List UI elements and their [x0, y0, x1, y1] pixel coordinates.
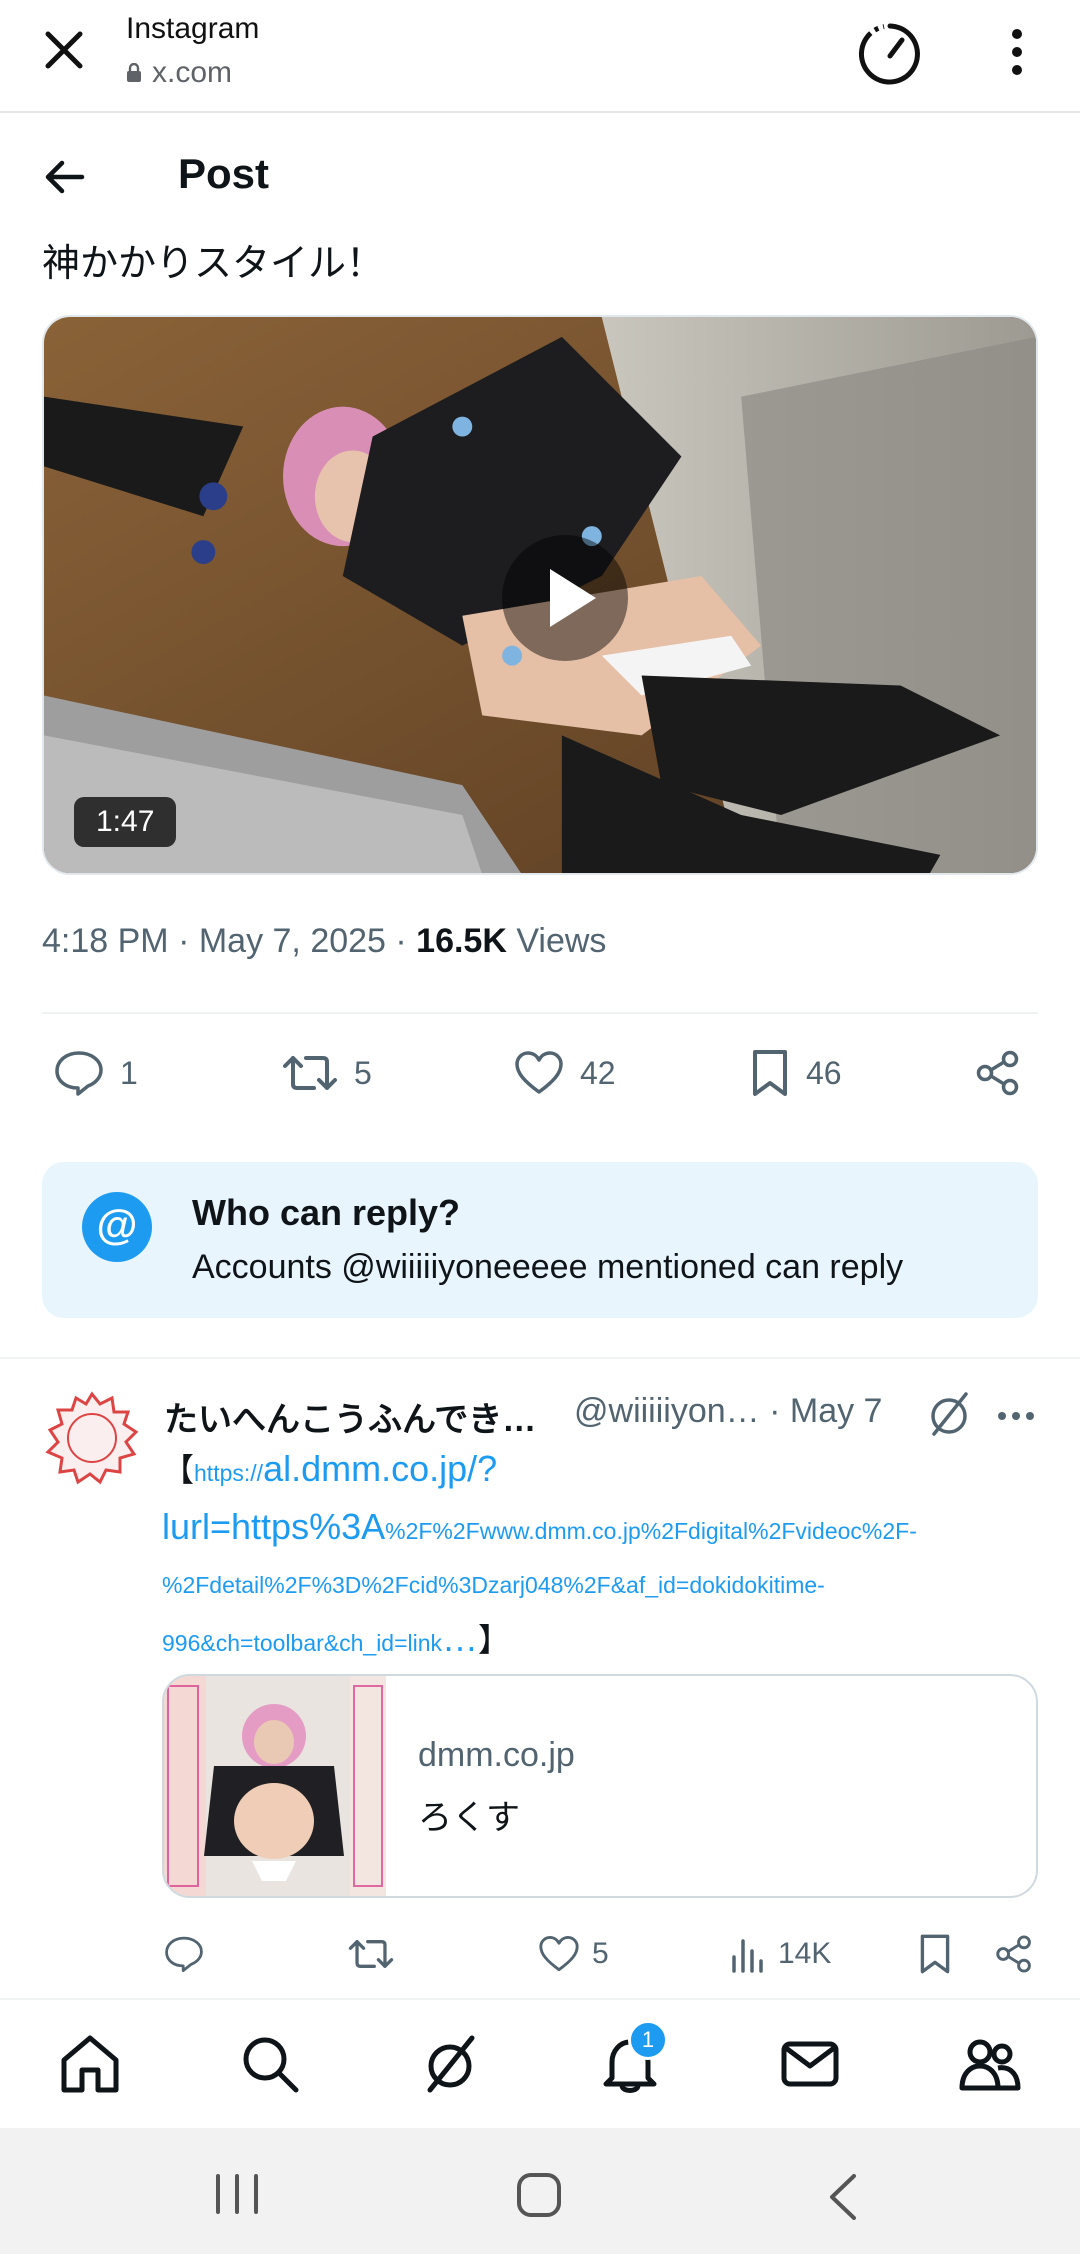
search-icon[interactable] — [238, 2032, 302, 2096]
reply-line-2: lurl=https%3A%2F%2Fwww.dmm.co.jp%2Fdigit… — [162, 1506, 917, 1547]
at-sign-icon: @ — [82, 1192, 152, 1262]
reply-button[interactable]: 1 — [54, 1045, 138, 1101]
views-count: 16.5K — [416, 922, 507, 960]
system-back-icon[interactable] — [826, 2172, 860, 2222]
mail-icon[interactable] — [778, 2032, 842, 2096]
browser-toolbar: Instagram x.com — [0, 0, 1080, 113]
comment-icon — [55, 1051, 103, 1096]
who-can-reply-subtitle: Accounts @wiiiiiyoneeeee mentioned can r… — [192, 1248, 904, 1286]
reply-share-button[interactable] — [994, 1930, 1034, 1978]
reply-line-4: 996&ch=toolbar&ch_id=link…】 — [162, 1618, 511, 1659]
reply-views-count: 14K — [778, 1937, 832, 1970]
reply-bookmark-button[interactable] — [918, 1930, 952, 1978]
lock-icon — [127, 63, 141, 82]
divider — [0, 1357, 1080, 1359]
reply-views-button[interactable]: 14K — [730, 1930, 831, 1978]
speedometer-icon[interactable] — [854, 18, 926, 90]
home-icon[interactable] — [58, 2032, 122, 2096]
system-navigation-bar — [0, 2128, 1080, 2254]
link-card-thumbnail — [164, 1676, 386, 1896]
reply-repost-button[interactable] — [348, 1930, 394, 1978]
post-text: 神かかりスタイル！ — [42, 243, 385, 285]
reply-line-3: %2Fdetail%2F%3D%2Fcid%3Dzarj048%2F&af_id… — [162, 1572, 825, 1598]
reply-like-button[interactable]: 5 — [538, 1930, 609, 1978]
repost-icon — [283, 1056, 337, 1090]
more-horizontal-icon[interactable] — [996, 1404, 1036, 1428]
reply-link[interactable]: al.dmm.co.jp/? — [263, 1448, 497, 1489]
reply-text: 【https://al.dmm.co.jp/? lurl=https%3A%2F… — [162, 1444, 992, 1672]
reply-line-1: 【https://al.dmm.co.jp/? — [162, 1448, 498, 1489]
repost-icon — [348, 1940, 394, 1968]
browser-title: Instagram — [126, 12, 260, 45]
analytics-icon — [732, 1939, 763, 1973]
like-button[interactable]: 42 — [514, 1045, 616, 1101]
divider — [42, 1012, 1038, 1014]
play-icon — [550, 569, 596, 627]
repost-button[interactable]: 5 — [282, 1045, 372, 1101]
bookmark-icon — [920, 1934, 950, 1974]
grok-icon[interactable] — [418, 2032, 482, 2096]
recent-apps-icon[interactable] — [212, 2172, 262, 2216]
notification-badge: 1 — [628, 2020, 668, 2060]
share-icon — [996, 1935, 1031, 1973]
grok-icon[interactable] — [926, 1388, 972, 1440]
reply-reply-button[interactable] — [164, 1930, 204, 1978]
browser-url[interactable]: x.com — [126, 56, 232, 90]
close-icon[interactable] — [36, 22, 92, 78]
reply-link-scheme[interactable]: https:// — [194, 1460, 263, 1486]
repost-count: 5 — [354, 1054, 372, 1091]
like-count: 42 — [580, 1054, 616, 1091]
post-meta: 4:18 PM · May 7, 2025 · 16.5K Views — [42, 922, 606, 961]
more-vertical-icon[interactable] — [1000, 24, 1034, 80]
page-title: Post — [178, 150, 270, 197]
heart-icon — [539, 1936, 579, 1972]
bottom-navigation: 1 — [0, 1998, 1080, 2128]
avatar[interactable] — [44, 1390, 140, 1486]
link-card-title: ろくす — [418, 1799, 520, 1837]
post-timestamp: 4:18 PM · May 7, 2025 · — [42, 922, 417, 960]
communities-icon[interactable] — [958, 2032, 1022, 2096]
system-home-icon[interactable] — [514, 2170, 564, 2220]
reply-author-name[interactable]: たいへんこうふんでき… — [164, 1392, 536, 1441]
who-can-reply-banner: @ Who can reply? Accounts @wiiiiiyoneeee… — [42, 1162, 1038, 1318]
bookmark-count: 46 — [806, 1054, 842, 1091]
comment-icon — [165, 1936, 203, 1973]
share-icon — [976, 1050, 1019, 1096]
link-card-domain: dmm.co.jp — [418, 1736, 575, 1774]
bookmark-icon — [753, 1050, 787, 1096]
back-arrow-icon[interactable] — [40, 152, 90, 202]
url-text: x.com — [152, 56, 233, 89]
reply-count: 1 — [120, 1054, 138, 1091]
bookmark-button[interactable]: 46 — [750, 1045, 842, 1101]
views-label: Views — [506, 922, 607, 960]
link-card[interactable]: dmm.co.jp ろくす — [162, 1674, 1038, 1898]
heart-icon — [515, 1051, 563, 1094]
who-can-reply-title: Who can reply? — [192, 1192, 461, 1233]
share-button[interactable] — [974, 1045, 1022, 1101]
reply-like-count: 5 — [592, 1937, 609, 1970]
video-player[interactable]: 1:47 — [42, 315, 1038, 875]
play-button[interactable] — [502, 535, 628, 661]
reply-author-handle: @wiiiiiyon… · May 7 — [574, 1392, 883, 1430]
video-duration: 1:47 — [74, 797, 177, 847]
